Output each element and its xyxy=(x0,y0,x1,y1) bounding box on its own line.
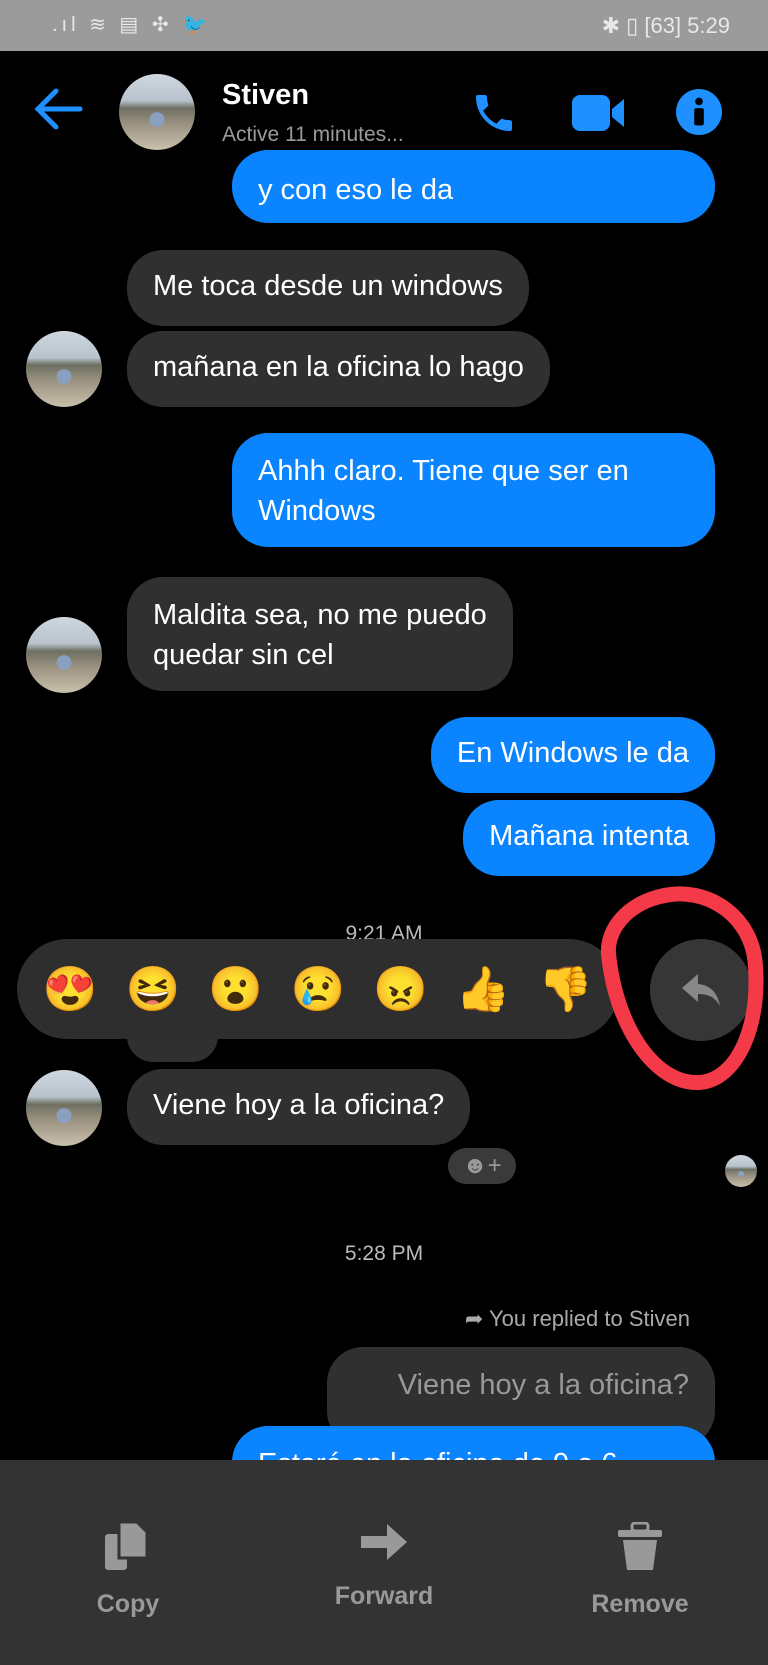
info-icon[interactable] xyxy=(676,89,722,135)
trash-icon xyxy=(618,1522,662,1570)
seen-avatar xyxy=(725,1155,757,1187)
add-reaction-button[interactable]: ☻+ xyxy=(448,1148,516,1184)
timestamp: 5:28 PM xyxy=(344,1242,424,1265)
reaction-wow[interactable]: 😮 xyxy=(208,963,263,1015)
message-bubble-in[interactable]: Maldita sea, no me puedo quedar sin cel xyxy=(127,577,513,691)
copy-icon xyxy=(105,1522,149,1570)
remove-button[interactable]: Remove xyxy=(512,1460,768,1665)
reaction-thumbs-down[interactable]: 👎 xyxy=(538,963,593,1015)
back-arrow-icon[interactable] xyxy=(34,87,84,131)
reaction-bar: 😍 😆 😮 😢 😠 👍 👎 xyxy=(17,939,619,1039)
message-bubble-in[interactable]: mañana en la oficina lo hago xyxy=(127,331,550,407)
contact-avatar-small xyxy=(26,617,102,693)
message-actions-panel: Copy Forward Remove xyxy=(0,1460,768,1665)
phone-icon[interactable] xyxy=(470,89,518,137)
reaction-sad[interactable]: 😢 xyxy=(291,963,346,1015)
contact-avatar-small xyxy=(26,331,102,407)
reaction-thumbs-up[interactable]: 👍 xyxy=(456,963,511,1015)
reaction-love-eyes[interactable]: 😍 xyxy=(43,963,98,1015)
message-bubble-out[interactable]: y con eso le da xyxy=(232,150,715,223)
active-status: Active 11 minutes... xyxy=(222,123,404,146)
message-bubble-out[interactable]: Mañana intenta xyxy=(463,800,715,876)
reply-note: ➦ You replied to Stiven xyxy=(464,1306,690,1331)
contact-avatar-small xyxy=(26,1070,102,1146)
reaction-laugh[interactable]: 😆 xyxy=(125,963,180,1015)
annotation-red-circle xyxy=(594,878,768,1099)
copy-button[interactable]: Copy xyxy=(0,1460,256,1665)
contact-avatar[interactable] xyxy=(119,74,195,150)
status-bar: .ıl ≋ ▤ ✣ 🐦 ✱ ▯ [63] 5:29 xyxy=(0,0,768,51)
video-call-icon[interactable] xyxy=(572,93,626,133)
message-bubble-out[interactable]: Ahhh claro. Tiene que ser en Windows xyxy=(232,433,715,547)
message-bubble-in[interactable]: Viene hoy a la oficina? xyxy=(127,1069,471,1145)
forward-button[interactable]: Forward xyxy=(256,1460,512,1665)
contact-name[interactable]: Stiven xyxy=(222,79,309,112)
reply-arrow-icon: ➦ xyxy=(464,1306,489,1331)
forward-icon xyxy=(361,1524,407,1560)
message-bubble-out[interactable]: En Windows le da xyxy=(430,717,715,793)
message-bubble-in[interactable]: Me toca desde un windows xyxy=(127,250,529,326)
status-icons: .ıl ≋ ▤ ✣ 🐦 xyxy=(52,14,212,36)
reaction-angry[interactable]: 😠 xyxy=(373,963,428,1015)
status-right: ✱ ▯ [63] 5:29 xyxy=(601,13,730,38)
